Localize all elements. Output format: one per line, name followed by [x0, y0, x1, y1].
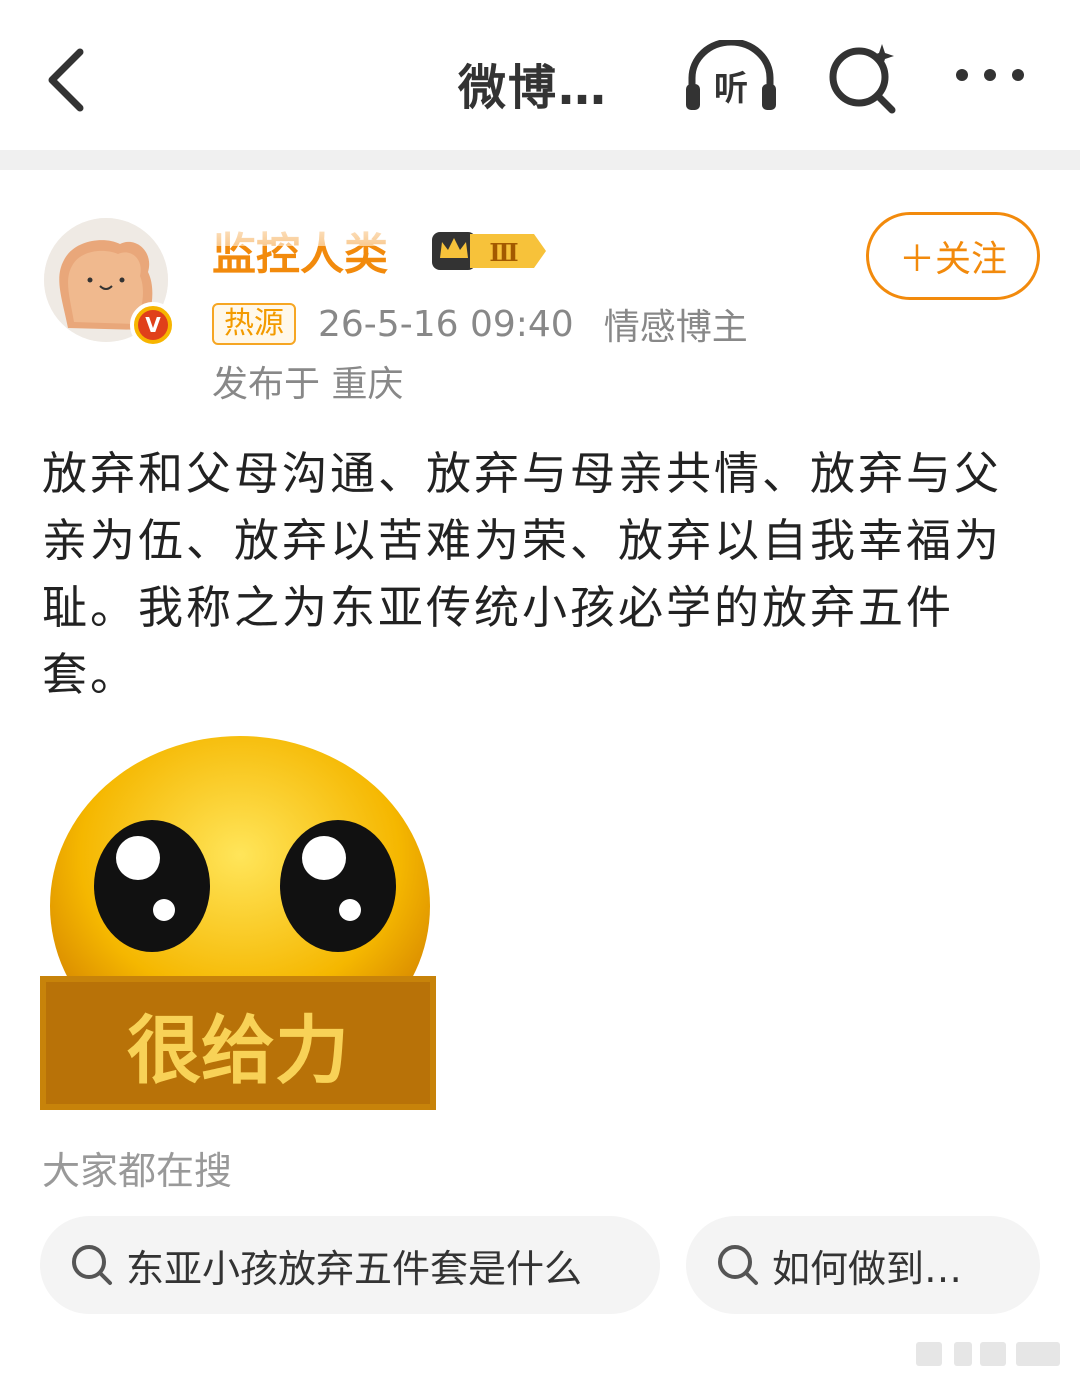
- top-nav-bar: 微博… 听: [0, 0, 1080, 150]
- follow-button[interactable]: ＋关注: [866, 212, 1040, 300]
- listen-button[interactable]: 听: [684, 38, 778, 114]
- search-icon: [72, 1245, 112, 1285]
- source-tag[interactable]: 热源: [212, 303, 296, 345]
- listen-headphone-icon: 听: [686, 38, 776, 110]
- search-section-title: 大家都在搜: [42, 1149, 233, 1193]
- search-sparkle-icon[interactable]: [826, 40, 900, 114]
- search-suggestion-chip[interactable]: 东亚小孩放弃五件套是什么: [40, 1216, 660, 1314]
- page-title: 微博…: [458, 60, 609, 116]
- sticker-image[interactable]: 很给力: [40, 716, 436, 1110]
- watermark-bars-icon: [916, 1342, 1060, 1366]
- chip-label: 如何做到…: [772, 1246, 963, 1291]
- level-label: Ⅲ: [489, 238, 518, 267]
- post-location: 发布于 重庆: [212, 364, 404, 405]
- search-suggestion-chip[interactable]: 如何做到…: [686, 1216, 1040, 1314]
- section-divider: [0, 150, 1080, 170]
- search-icon: [718, 1245, 758, 1285]
- level-badge-icon: Ⅲ: [432, 232, 546, 270]
- name-fade-overlay: [208, 208, 418, 246]
- post-time: 26-5-16 09:40: [318, 303, 574, 345]
- post-meta: 热源 26-5-16 09:40 情感博主: [212, 300, 748, 348]
- listen-label: 听: [714, 69, 748, 109]
- sticker-label: 很给力: [127, 1008, 349, 1094]
- emoji-sticker: 很给力: [40, 716, 436, 1110]
- post-text: 放弃和父母沟通、放弃与母亲共情、放弃与父亲为伍、放弃以苦难为荣、放弃以自我幸福为…: [42, 447, 1003, 701]
- back-arrow-icon[interactable]: [40, 40, 100, 120]
- chip-label: 东亚小孩放弃五件套是什么: [126, 1246, 583, 1291]
- more-dots-icon[interactable]: [950, 55, 1030, 95]
- verified-badge-icon: V: [130, 302, 176, 348]
- author-role: 情感博主: [603, 307, 748, 348]
